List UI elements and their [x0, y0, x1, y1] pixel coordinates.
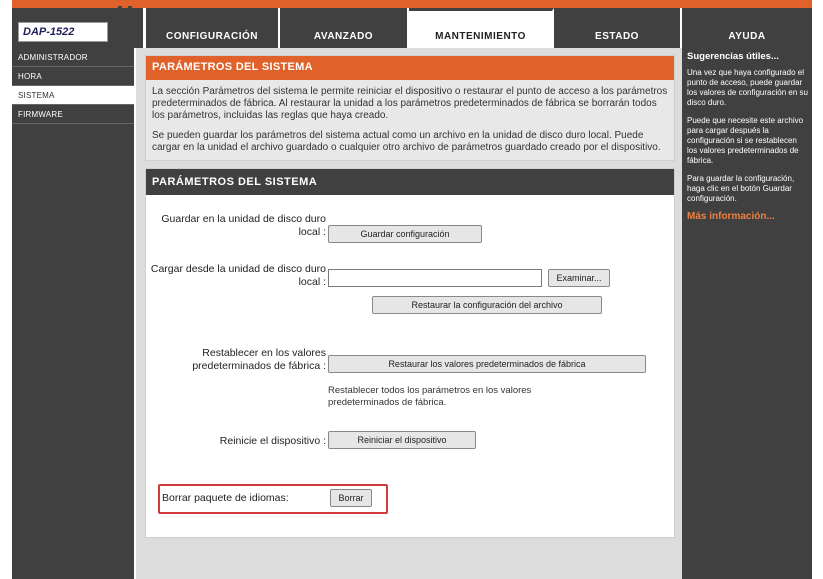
- main-content: PARÁMETROS DEL SISTEMA La sección Paráme…: [136, 48, 682, 579]
- restore-factory-defaults-button[interactable]: Restaurar los valores predeterminados de…: [328, 355, 646, 373]
- sidebar-item-sistema[interactable]: SISTEMA: [12, 86, 134, 105]
- system-settings-title: PARÁMETROS DEL SISTEMA: [146, 169, 674, 195]
- load-local-label: Cargar desde la unidad de disco duro loc…: [150, 263, 326, 288]
- restore-from-file-button[interactable]: Restaurar la configuración del archivo: [372, 296, 602, 314]
- help-paragraph: Puede que necesite este archivo para car…: [687, 116, 804, 165]
- tab-estado[interactable]: ESTADO: [554, 8, 682, 48]
- page-margin: [812, 0, 823, 579]
- help-paragraph: Para guardar la configuración, haga clic…: [687, 174, 795, 203]
- help-title: Sugerencias útiles...: [687, 51, 779, 62]
- tab-configuracion[interactable]: CONFIGURACIÓN: [146, 8, 280, 48]
- main-tabs: CONFIGURACIÓN AVANZADO MANTENIMIENTO EST…: [146, 8, 812, 48]
- logo-slash-decoration: [119, 6, 133, 32]
- erase-language-pack-label: Borrar paquete de idiomas:: [162, 492, 289, 504]
- tab-label: CONFIGURACIÓN: [165, 31, 259, 42]
- help-panel: Sugerencias útiles... Una vez que haya c…: [682, 48, 812, 579]
- factory-defaults-label: Restablecer en los valores predeterminad…: [192, 347, 326, 372]
- config-file-input[interactable]: [328, 269, 542, 287]
- top-navigation-bar: DAP-1522 CONFIGURACIÓN AVANZADO MANTENIM…: [12, 6, 812, 48]
- sidebar-item-firmware[interactable]: FIRMWARE: [12, 105, 134, 124]
- tab-avanzado[interactable]: AVANZADO: [280, 8, 409, 48]
- intro-title: PARÁMETROS DEL SISTEMA: [146, 56, 674, 80]
- sidebar-item-hora[interactable]: HORA: [12, 67, 134, 86]
- reboot-label: Reinicie el dispositivo :: [219, 435, 326, 447]
- sidebar: ADMINISTRADOR HORA SISTEMA FIRMWARE: [12, 48, 136, 579]
- save-local-label: Guardar en la unidad de disco duro local…: [161, 213, 326, 238]
- tab-mantenimiento[interactable]: MANTENIMIENTO: [409, 8, 554, 48]
- reboot-device-button[interactable]: Reiniciar el dispositivo: [328, 431, 476, 449]
- save-configuration-button[interactable]: Guardar configuración: [328, 225, 482, 243]
- intro-panel: PARÁMETROS DEL SISTEMA La sección Paráme…: [145, 55, 675, 161]
- help-paragraph: Una vez que haya configurado el punto de…: [687, 68, 808, 107]
- erase-language-pack-button[interactable]: Borrar: [330, 489, 372, 507]
- browse-button[interactable]: Examinar...: [548, 269, 610, 287]
- tab-label: AYUDA: [728, 31, 766, 42]
- more-info-link[interactable]: Más información...: [687, 212, 808, 222]
- tab-label: AVANZADO: [313, 31, 374, 42]
- sidebar-item-administrador[interactable]: ADMINISTRADOR: [12, 48, 134, 67]
- tab-label: MANTENIMIENTO: [435, 31, 526, 42]
- intro-paragraph: La sección Parámetros del sistema le per…: [152, 86, 668, 121]
- model-logo: DAP-1522: [18, 22, 108, 42]
- model-logo-text: DAP-1522: [23, 26, 75, 38]
- factory-defaults-note: Restablecer todos los parámetros en los …: [328, 385, 532, 408]
- tab-ayuda[interactable]: AYUDA: [682, 8, 812, 48]
- header-accent-strip: [12, 0, 812, 8]
- logo-area: DAP-1522: [12, 6, 146, 48]
- tab-label: ESTADO: [595, 31, 639, 42]
- system-settings-panel: PARÁMETROS DEL SISTEMA Guardar en la uni…: [145, 168, 675, 538]
- intro-paragraph: Se pueden guardar los parámetros del sis…: [152, 130, 661, 153]
